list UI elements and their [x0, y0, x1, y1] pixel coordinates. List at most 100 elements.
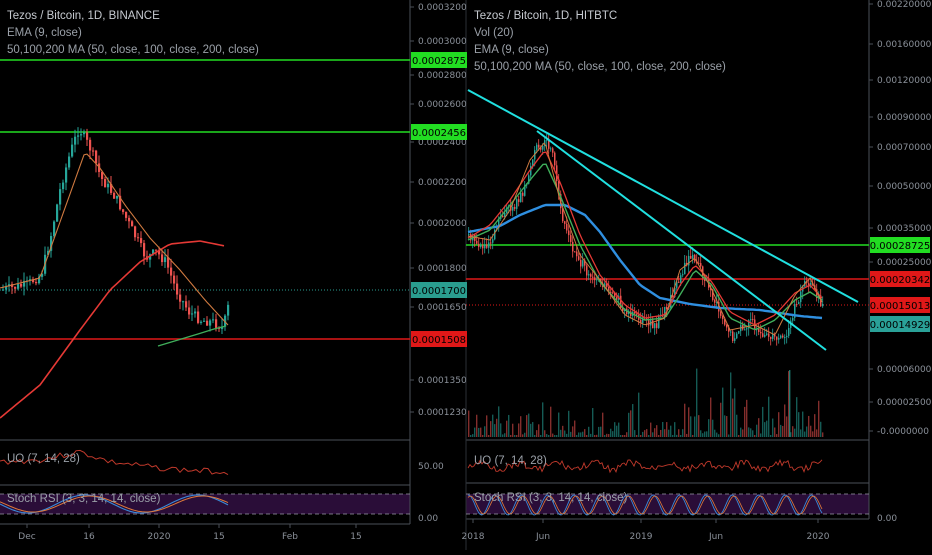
right-volume-bar: [474, 427, 476, 437]
right-volume-bar: [706, 431, 708, 437]
right-volume-bar: [602, 412, 604, 437]
right-candle: [520, 192, 522, 202]
right-volume-bar: [616, 425, 618, 437]
left-legend-ema: EMA (9, close): [7, 27, 82, 39]
right-volume-bar: [654, 428, 656, 437]
right-price-tick: 0.00050000: [877, 182, 932, 192]
right-volume-bar: [666, 422, 668, 437]
right-candle: [682, 274, 684, 276]
right-candle: [566, 223, 568, 231]
right-candle: [468, 234, 470, 236]
right-candle: [768, 333, 770, 337]
left-legend: Tezos / Bitcoin, 1D, BINANCE EMA (9, clo…: [7, 8, 259, 59]
left-candle: [170, 267, 173, 276]
right-volume-bar: [482, 435, 484, 437]
left-candle: [89, 139, 92, 151]
left-candle: [83, 132, 86, 135]
right-volume-bar: [598, 426, 600, 437]
right-volume-bar: [676, 434, 678, 437]
right-volume-bar: [682, 429, 684, 437]
right-candle: [744, 329, 746, 331]
left-time-tick: 15: [213, 532, 224, 542]
right-volume-bar: [690, 416, 692, 437]
right-volume-bar: [766, 420, 768, 437]
right-stoch-axis-tick: 0.00: [877, 514, 897, 524]
right-volume-bar: [490, 421, 492, 437]
right-volume-bar: [590, 433, 592, 437]
right-volume-bar: [776, 434, 778, 437]
right-price-tick: -0.0000000: [877, 427, 929, 437]
chart-canvas[interactable]: 0.0003200 0.0003000 0.0002800 0.0002600 0.00…: [0, 0, 932, 550]
right-volume-bar: [696, 368, 698, 437]
right-volume-bar: [726, 416, 728, 437]
right-volume-bar: [668, 429, 670, 437]
right-volume-bar: [808, 415, 810, 437]
right-candle: [786, 335, 788, 338]
right-volume-bar: [528, 413, 530, 437]
right-volume-bar: [678, 429, 680, 437]
right-volume-bar: [656, 425, 658, 437]
left-candle: [95, 150, 98, 164]
right-volume-bar: [510, 435, 512, 437]
right-price-tag-text: 0.00014929: [870, 320, 930, 331]
right-candle: [502, 215, 504, 218]
right-volume-bar: [728, 434, 730, 437]
right-volume-bar: [796, 397, 798, 437]
left-candle: [155, 249, 158, 251]
right-legend-ma: 50,100,200 MA (50, close, 100, close, 20…: [474, 61, 726, 73]
right-volume-bar: [686, 433, 688, 437]
right-candle: [538, 144, 540, 148]
right-candle: [732, 331, 734, 341]
right-volume-bar: [738, 435, 740, 437]
right-candle: [764, 334, 766, 337]
left-uo-axis-tick: 50.00: [418, 462, 444, 472]
right-candle: [490, 242, 492, 244]
right-volume-bar: [754, 435, 756, 437]
right-volume-bar: [600, 426, 602, 437]
right-volume-bar: [778, 412, 780, 437]
right-candle: [492, 239, 494, 243]
right-time-tick: 2018: [462, 532, 485, 542]
right-candle: [578, 256, 580, 260]
right-candle: [772, 334, 774, 339]
left-candle: [203, 320, 206, 322]
right-volume-bar: [818, 400, 820, 437]
right-volume-bar: [606, 433, 608, 437]
left-price-tick: 0.0001800: [418, 264, 467, 274]
left-candle: [59, 189, 62, 205]
right-volume-bar: [580, 432, 582, 437]
right-volume-bar: [484, 426, 486, 437]
left-candle: [134, 226, 137, 238]
right-candle: [596, 279, 598, 281]
left-candle: [140, 238, 143, 244]
right-volume-bar: [532, 422, 534, 437]
right-price-tick: 0.00220000: [877, 0, 932, 10]
right-candle: [582, 260, 584, 267]
left-candle: [35, 282, 38, 284]
right-volume-bar: [564, 430, 566, 437]
right-volume-bar: [812, 431, 814, 437]
right-volume-bar: [472, 434, 474, 437]
left-candle: [125, 211, 128, 218]
left-time-tick: 2020: [148, 532, 171, 542]
left-candle: [188, 307, 191, 315]
right-volume-bar: [568, 410, 570, 437]
right-volume-bar: [688, 407, 690, 437]
right-volume-bar: [506, 420, 508, 437]
right-uo-label: UO (7, 14, 28): [474, 455, 547, 467]
right-candle: [752, 319, 754, 321]
right-candle: [478, 243, 480, 248]
right-volume-bar: [660, 429, 662, 437]
right-volume-bar: [780, 424, 782, 437]
right-volume-bar: [614, 422, 616, 437]
right-candle: [522, 192, 524, 196]
right-candle: [666, 306, 668, 310]
right-candle: [796, 304, 798, 306]
right-candle: [488, 242, 490, 248]
right-candle: [654, 323, 656, 329]
right-candle: [680, 275, 682, 283]
right-volume-bar: [716, 432, 718, 437]
right-volume-bar: [752, 430, 754, 437]
right-volume-bar: [596, 434, 598, 437]
left-time-tick: 15: [350, 532, 361, 542]
